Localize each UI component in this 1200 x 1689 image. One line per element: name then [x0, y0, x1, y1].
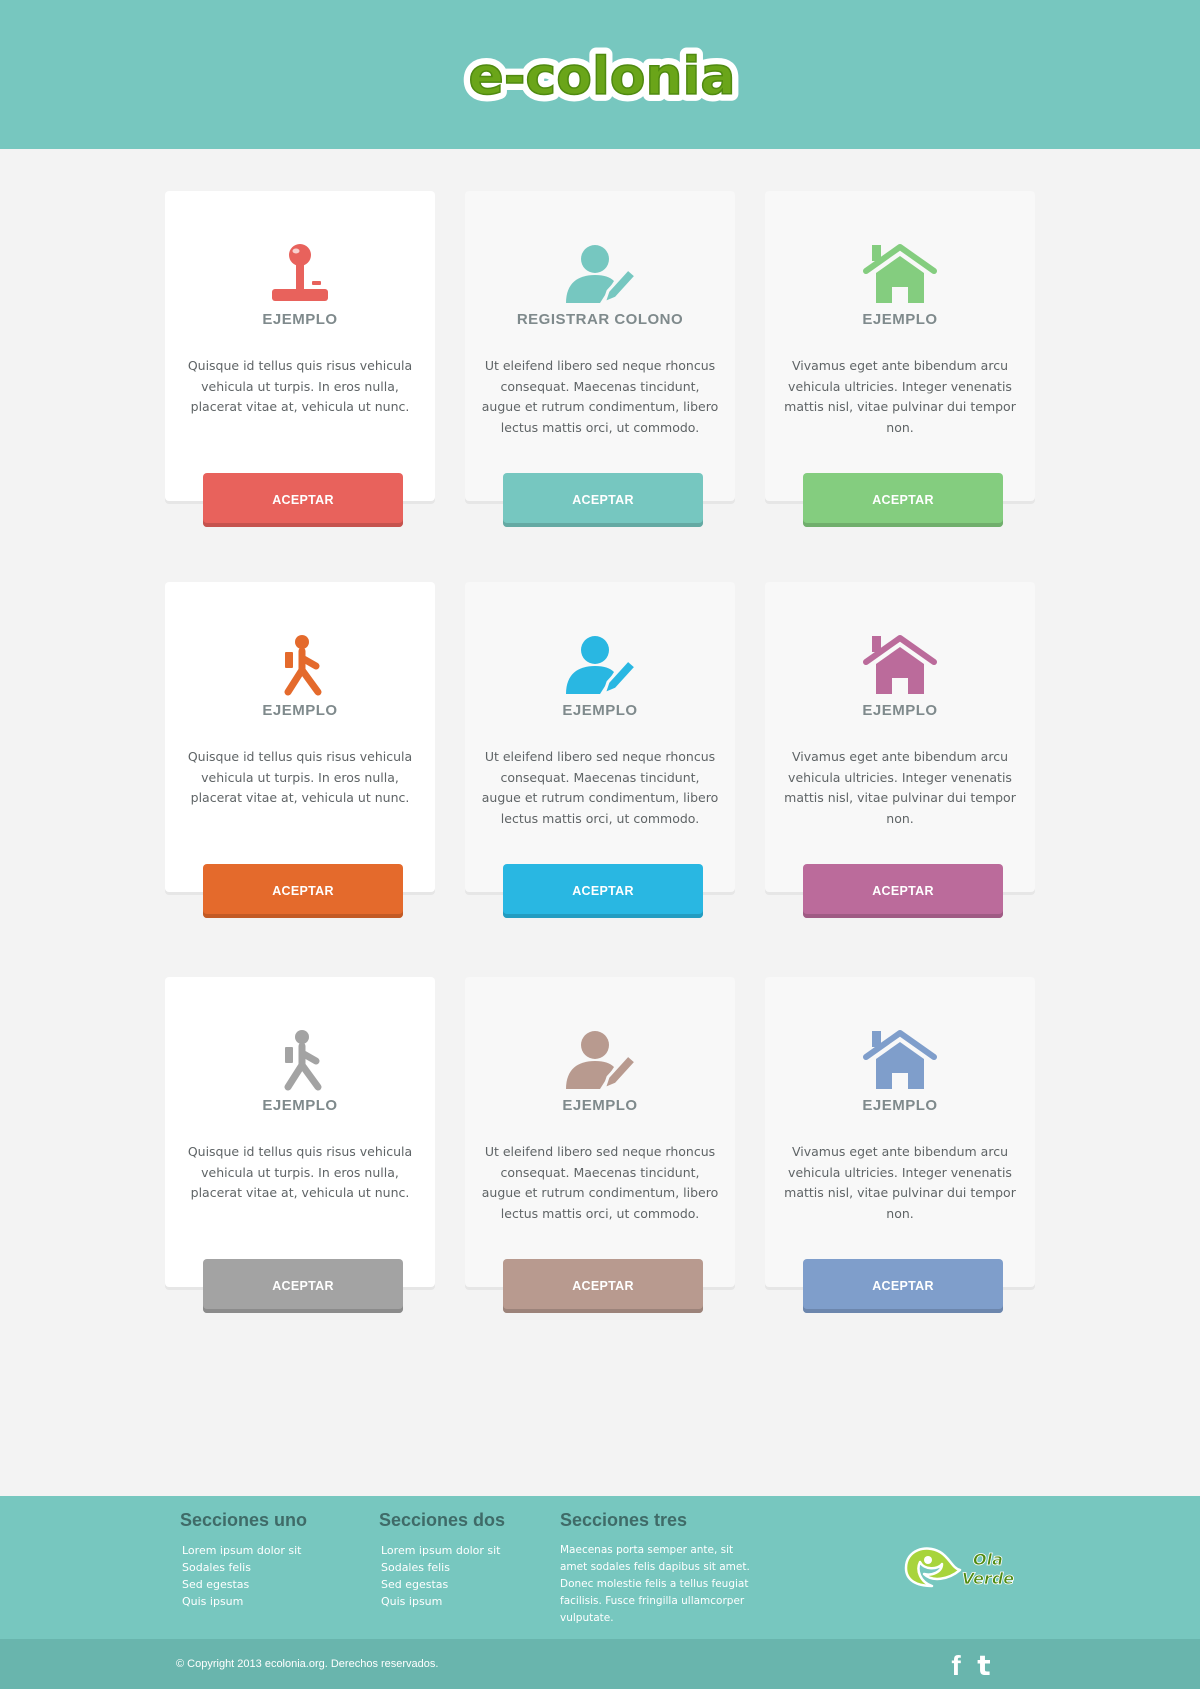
footer-column-secciones-uno: Secciones uno Lorem ipsum dolor sit Soda…: [180, 1510, 307, 1610]
card-title: EJEMPLO: [862, 311, 938, 328]
card-title: EJEMPLO: [862, 1097, 938, 1114]
aceptar-button[interactable]: ACEPTAR: [803, 1259, 1003, 1313]
card-ejemplo-8: EJEMPLO Ut eleifend libero sed neque rho…: [465, 977, 735, 1313]
card-description: Vivamus eget ante bibendum arcu vehicula…: [784, 358, 1016, 435]
copyright-text: © Copyright 2013 ecolonia.org. Derechos …: [176, 1658, 439, 1670]
card-description: Vivamus eget ante bibendum arcu vehicula…: [784, 1144, 1016, 1221]
card-ejemplo-4: EJEMPLO Quisque id tellus quis risus veh…: [165, 582, 435, 918]
card-ejemplo-9: EJEMPLO Vivamus eget ante bibendum arcu …: [765, 977, 1035, 1313]
svg-text:e-colonia: e-colonia: [469, 47, 736, 107]
home-icon: [863, 244, 937, 303]
walking-person-icon: [284, 635, 322, 696]
footer-column-secciones-dos: Secciones dos Lorem ipsum dolor sit Soda…: [379, 1510, 505, 1610]
card-title: EJEMPLO: [562, 1097, 638, 1114]
twitter-icon[interactable]: t: [972, 1651, 996, 1679]
user-edit-icon: [566, 245, 638, 305]
aceptar-button[interactable]: ACEPTAR: [503, 864, 703, 918]
footer-column-secciones-tres: Secciones tres Maecenas porta semper ant…: [560, 1510, 760, 1627]
card-ejemplo-1: EJEMPLO Quisque id tellus quis risus veh…: [165, 191, 435, 527]
card-description: Quisque id tellus quis risus vehicula ve…: [187, 1144, 413, 1200]
site-header: e-colonia e-colonia: [0, 0, 1200, 149]
footer-link[interactable]: Sodales felis: [182, 1559, 307, 1576]
card-title: EJEMPLO: [262, 1097, 338, 1114]
walking-person-icon: [284, 1030, 322, 1091]
site-footer: Secciones uno Lorem ipsum dolor sit Soda…: [0, 1496, 1200, 1639]
footer-link[interactable]: Quis ipsum: [182, 1593, 307, 1610]
aceptar-button[interactable]: ACEPTAR: [203, 864, 403, 918]
aceptar-button[interactable]: ACEPTAR: [203, 473, 403, 527]
card-ejemplo-6: EJEMPLO Vivamus eget ante bibendum arcu …: [765, 582, 1035, 918]
aceptar-button[interactable]: ACEPTAR: [203, 1259, 403, 1313]
user-edit-icon: [566, 1031, 638, 1091]
joystick-icon: [272, 244, 328, 301]
card-title: EJEMPLO: [862, 702, 938, 719]
card-title: EJEMPLO: [262, 702, 338, 719]
card-title: EJEMPLO: [562, 702, 638, 719]
copyright-bar: © Copyright 2013 ecolonia.org. Derechos …: [0, 1639, 1200, 1689]
card-description: Ut eleifend libero sed neque rhoncus con…: [481, 749, 719, 826]
aceptar-button[interactable]: ACEPTAR: [503, 1259, 703, 1313]
footer-link[interactable]: Lorem ipsum dolor sit: [182, 1542, 307, 1559]
footer-heading: Secciones tres: [560, 1510, 688, 1530]
footer-link[interactable]: Quis ipsum: [381, 1593, 505, 1610]
footer-link[interactable]: Sodales felis: [381, 1559, 505, 1576]
facebook-icon[interactable]: f: [944, 1651, 968, 1679]
card-description: Ut eleifend libero sed neque rhoncus con…: [481, 1144, 719, 1221]
aceptar-button[interactable]: ACEPTAR: [503, 473, 703, 527]
card-title: EJEMPLO: [262, 311, 338, 328]
ola-verde-logo[interactable]: Ola Verde: [902, 1540, 1020, 1594]
footer-heading: Secciones dos: [379, 1510, 506, 1530]
card-description: Quisque id tellus quis risus vehicula ve…: [187, 749, 413, 805]
footer-paragraph: Maecenas porta semper ante, sit amet sod…: [560, 1544, 750, 1624]
user-edit-icon: [566, 636, 638, 696]
aceptar-button[interactable]: ACEPTAR: [803, 473, 1003, 527]
footer-link[interactable]: Sed egestas: [381, 1576, 505, 1593]
svg-text:Ola: Ola: [973, 1550, 1003, 1569]
card-description: Vivamus eget ante bibendum arcu vehicula…: [784, 749, 1016, 826]
footer-heading: Secciones uno: [180, 1510, 308, 1530]
card-ejemplo-7: EJEMPLO Quisque id tellus quis risus veh…: [165, 977, 435, 1313]
card-ejemplo-3: EJEMPLO Vivamus eget ante bibendum arcu …: [765, 191, 1035, 527]
card-description: Quisque id tellus quis risus vehicula ve…: [187, 358, 413, 414]
aceptar-button[interactable]: ACEPTAR: [803, 864, 1003, 918]
card-description: Ut eleifend libero sed neque rhoncus con…: [481, 358, 719, 435]
svg-text:f: f: [951, 1651, 961, 1679]
card-ejemplo-5: EJEMPLO Ut eleifend libero sed neque rho…: [465, 582, 735, 918]
footer-link[interactable]: Sed egestas: [182, 1576, 307, 1593]
card-registrar-colono: REGISTRAR COLONO Ut eleifend libero sed …: [465, 191, 735, 527]
svg-text:Verde: Verde: [962, 1569, 1014, 1588]
card-title: REGISTRAR COLONO: [516, 311, 684, 328]
svg-text:t: t: [977, 1651, 990, 1679]
home-icon: [863, 635, 937, 694]
footer-link[interactable]: Lorem ipsum dolor sit: [381, 1542, 505, 1559]
e-colonia-logo[interactable]: e-colonia e-colonia: [462, 40, 742, 112]
home-icon: [863, 1030, 937, 1089]
